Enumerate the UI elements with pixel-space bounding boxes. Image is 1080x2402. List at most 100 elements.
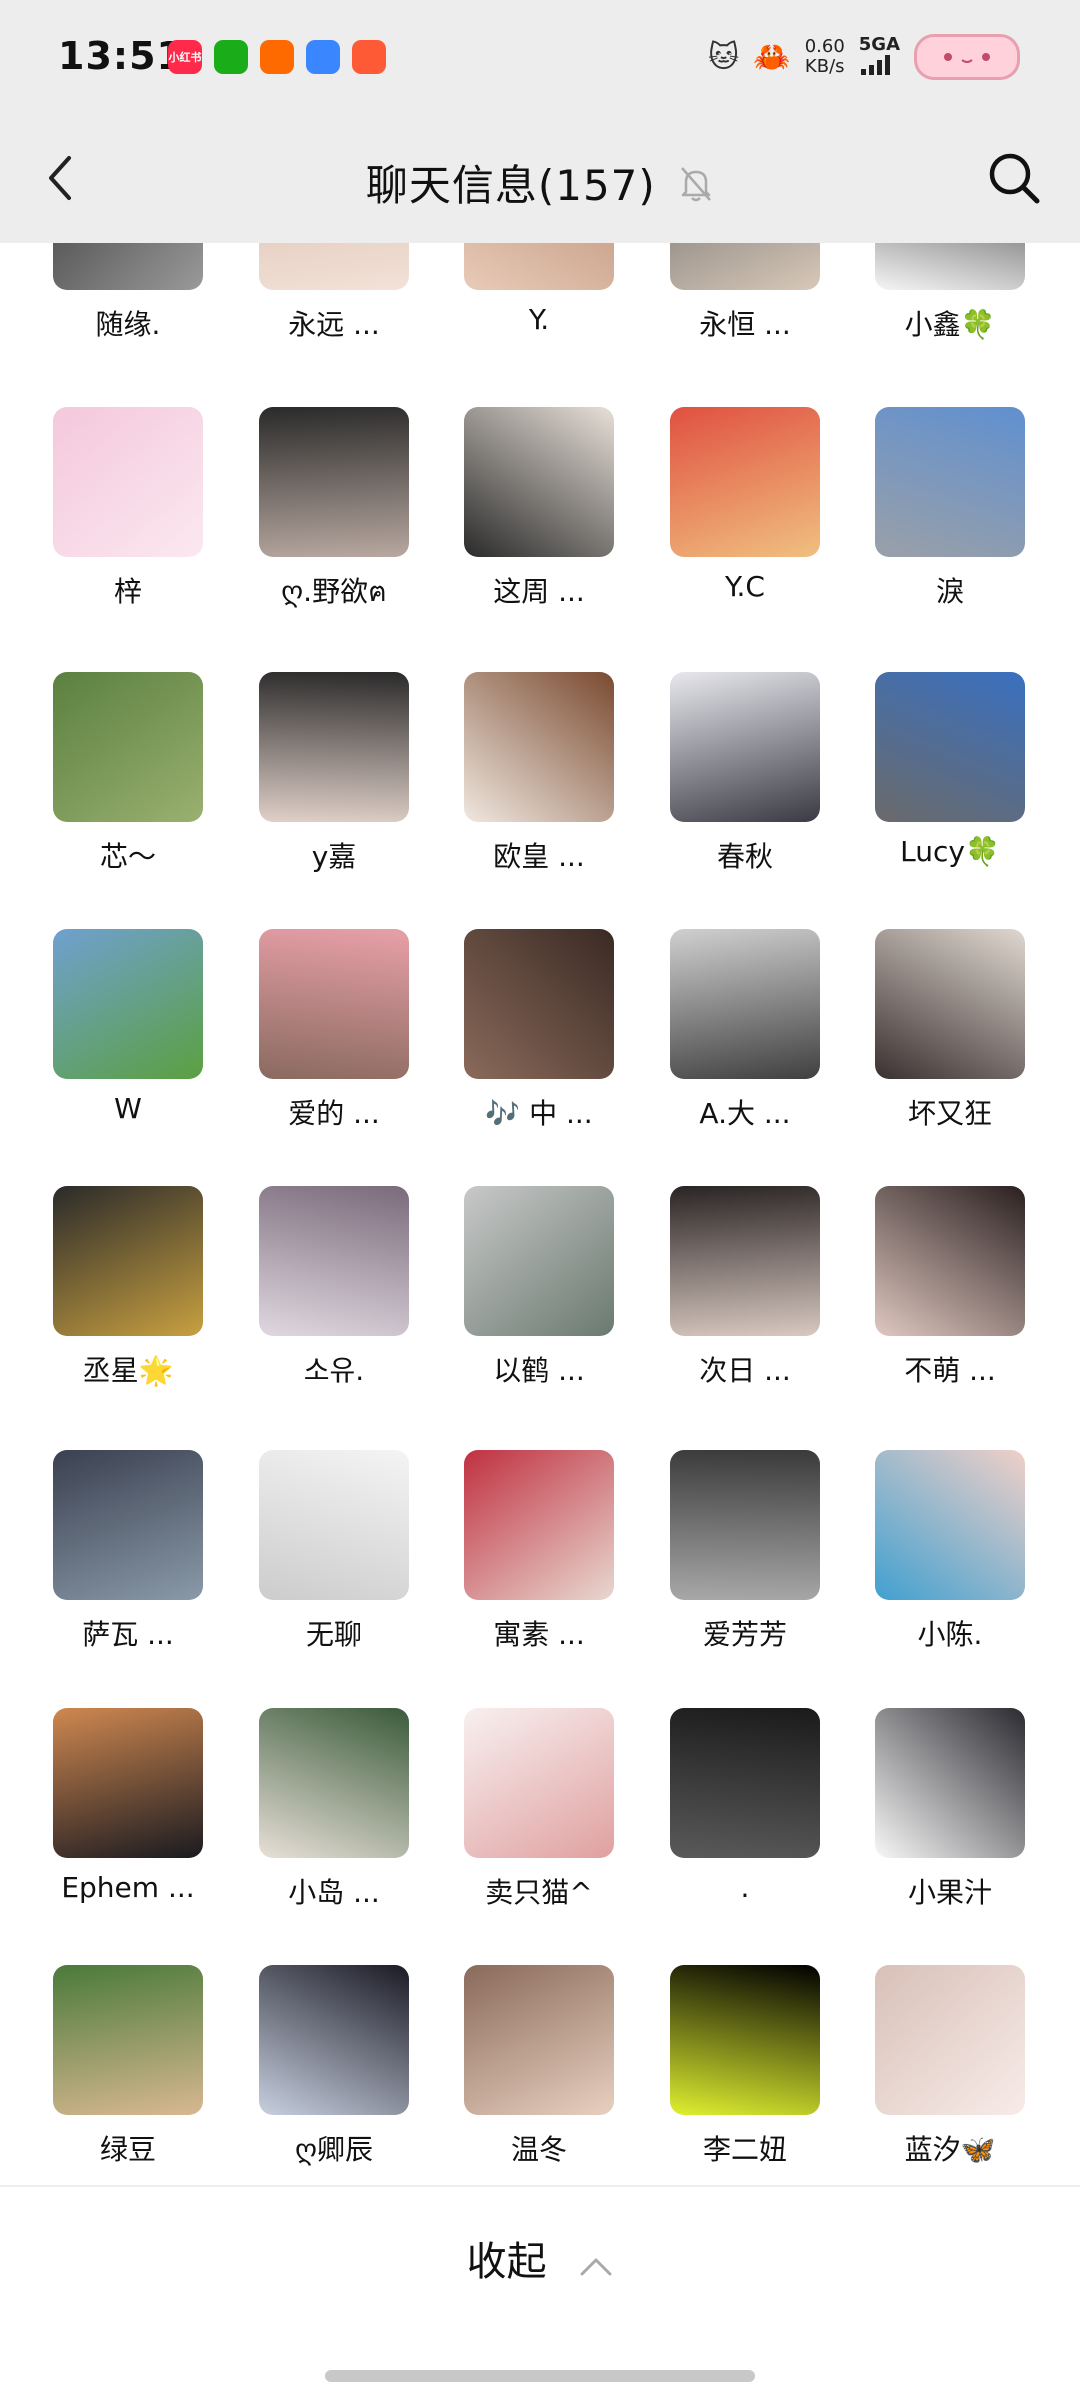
member-name: 小果汁 bbox=[907, 1876, 992, 1909]
member-item[interactable]: 这周 ... bbox=[414, 407, 620, 608]
avatar[interactable] bbox=[670, 1186, 820, 1336]
member-item[interactable]: 淚 bbox=[825, 407, 1031, 608]
avatar[interactable] bbox=[875, 1186, 1025, 1336]
avatar[interactable] bbox=[259, 1708, 409, 1858]
avatar[interactable] bbox=[875, 672, 1025, 822]
status-indicators: 🐱 🦀 0.60 KB/s 5GA bbox=[708, 34, 1020, 80]
member-item[interactable]: 春秋 bbox=[620, 672, 826, 873]
member-item[interactable]: 次日 ... bbox=[620, 1186, 826, 1387]
avatar[interactable] bbox=[464, 1186, 614, 1336]
avatar[interactable] bbox=[53, 407, 203, 557]
member-item[interactable]: W bbox=[3, 929, 209, 1129]
avatar[interactable] bbox=[670, 1965, 820, 2115]
member-item[interactable]: Y.C bbox=[620, 407, 826, 607]
page-title-text: 聊天信息(157) bbox=[365, 161, 656, 210]
avatar[interactable] bbox=[53, 929, 203, 1079]
wechat-icon bbox=[214, 40, 248, 74]
avatar[interactable] bbox=[875, 1708, 1025, 1858]
avatar[interactable] bbox=[464, 1450, 614, 1600]
avatar[interactable] bbox=[464, 407, 614, 557]
chat-info-header: 聊天信息(157) bbox=[0, 118, 1080, 243]
search-button[interactable] bbox=[982, 146, 1046, 210]
member-item[interactable]: 소유. bbox=[209, 1186, 415, 1387]
avatar[interactable] bbox=[464, 672, 614, 822]
avatar[interactable] bbox=[53, 1450, 203, 1600]
member-item[interactable]: A.大 ... bbox=[620, 929, 826, 1130]
search-icon bbox=[989, 153, 1040, 204]
avatar[interactable] bbox=[670, 672, 820, 822]
avatar[interactable] bbox=[670, 407, 820, 557]
member-item[interactable]: 卖只猫^ bbox=[414, 1708, 620, 1909]
avatar[interactable] bbox=[670, 929, 820, 1079]
status-bar: 13:51 小红书 🐱 🦀 0.60 KB/s 5GA bbox=[0, 0, 1080, 118]
avatar[interactable] bbox=[259, 1450, 409, 1600]
member-item[interactable]: ღ.野欲ฅ bbox=[209, 407, 415, 608]
chevron-up-icon bbox=[579, 2241, 613, 2287]
game-icon bbox=[352, 40, 386, 74]
avatar[interactable] bbox=[259, 672, 409, 822]
avatar[interactable] bbox=[875, 1450, 1025, 1600]
member-item[interactable]: 🎶 中 ... bbox=[414, 929, 620, 1130]
home-indicator[interactable] bbox=[325, 2370, 755, 2382]
member-item[interactable]: 以鹤 ... bbox=[414, 1186, 620, 1387]
member-item[interactable]: 蓝汐🦋 bbox=[825, 1965, 1031, 2166]
member-item[interactable]: 梓 bbox=[3, 407, 209, 608]
crab-icon: 🦀 bbox=[753, 39, 791, 75]
avatar[interactable] bbox=[670, 1450, 820, 1600]
member-item[interactable]: 寓素 ... bbox=[414, 1450, 620, 1651]
member-item[interactable]: 温冬 bbox=[414, 1965, 620, 2166]
member-item[interactable]: 爱的 ... bbox=[209, 929, 415, 1130]
member-item[interactable]: Ephem ... bbox=[3, 1708, 209, 1908]
speed-unit: KB/s bbox=[804, 56, 845, 77]
member-item[interactable]: 无聊 bbox=[209, 1450, 415, 1651]
member-item[interactable]: 小岛 ... bbox=[209, 1708, 415, 1909]
status-time: 13:51 bbox=[58, 34, 184, 78]
member-item[interactable]: 萨瓦 ... bbox=[3, 1450, 209, 1651]
bell-off-icon bbox=[678, 164, 714, 214]
member-item[interactable]: 小果汁 bbox=[825, 1708, 1031, 1909]
member-item[interactable]: 不萌 ... bbox=[825, 1186, 1031, 1387]
member-item[interactable]: 李二妞 bbox=[620, 1965, 826, 2166]
member-item[interactable]: Lucy🍀 bbox=[825, 672, 1031, 872]
avatar[interactable] bbox=[53, 672, 203, 822]
member-item[interactable]: 芯～ bbox=[3, 672, 209, 873]
avatar[interactable] bbox=[259, 1965, 409, 2115]
network-label: 5GA bbox=[858, 33, 900, 55]
kuaishou-icon bbox=[260, 40, 294, 74]
avatar[interactable] bbox=[259, 929, 409, 1079]
bottom-bar: 收起 bbox=[0, 2185, 1080, 2402]
member-name: 坏又狂 bbox=[907, 1097, 992, 1130]
member-item[interactable]: y嘉 bbox=[209, 672, 415, 873]
member-item[interactable]: . bbox=[620, 1708, 826, 1908]
member-item[interactable]: 小陈. bbox=[825, 1450, 1031, 1651]
avatar[interactable] bbox=[875, 1965, 1025, 2115]
avatar[interactable] bbox=[53, 1186, 203, 1336]
member-item[interactable]: 欧皇 ... bbox=[414, 672, 620, 873]
member-name: Lucy🍀 bbox=[900, 835, 1000, 868]
avatar[interactable] bbox=[259, 1186, 409, 1336]
notification-icons: 小红书 bbox=[168, 40, 386, 74]
member-name: 蓝汐🦋 bbox=[904, 2133, 996, 2166]
avatar[interactable] bbox=[875, 407, 1025, 557]
avatar[interactable] bbox=[464, 1708, 614, 1858]
member-grid: 随缘. 永远 ... Y. 永恒 ... 小鑫🍀 梓 ღ.野欲ฅ 这周 ... Y.C 淚芯～ y嘉… bbox=[0, 140, 1080, 2180]
member-item[interactable]: 丞星🌟 bbox=[3, 1186, 209, 1387]
member-name: 小鑫🍀 bbox=[904, 308, 996, 341]
member-item[interactable]: 坏又狂 bbox=[825, 929, 1031, 1130]
member-item[interactable]: 爱芳芳 bbox=[620, 1450, 826, 1651]
xiaohongshu-icon: 小红书 bbox=[168, 40, 202, 74]
page-title: 聊天信息(157) bbox=[0, 152, 1080, 214]
collapse-button[interactable]: 收起 bbox=[0, 2229, 1080, 2287]
avatar[interactable] bbox=[464, 929, 614, 1079]
signal-icon bbox=[859, 54, 900, 80]
avatar[interactable] bbox=[53, 1965, 203, 2115]
avatar[interactable] bbox=[53, 1708, 203, 1858]
speed-value: 0.60 bbox=[804, 36, 845, 57]
avatar[interactable] bbox=[670, 1708, 820, 1858]
member-item[interactable]: 绿豆 bbox=[3, 1965, 209, 2166]
avatar[interactable] bbox=[464, 1965, 614, 2115]
browser-icon bbox=[306, 40, 340, 74]
member-item[interactable]: ღ卿辰 bbox=[209, 1965, 415, 2166]
avatar[interactable] bbox=[875, 929, 1025, 1079]
avatar[interactable] bbox=[259, 407, 409, 557]
